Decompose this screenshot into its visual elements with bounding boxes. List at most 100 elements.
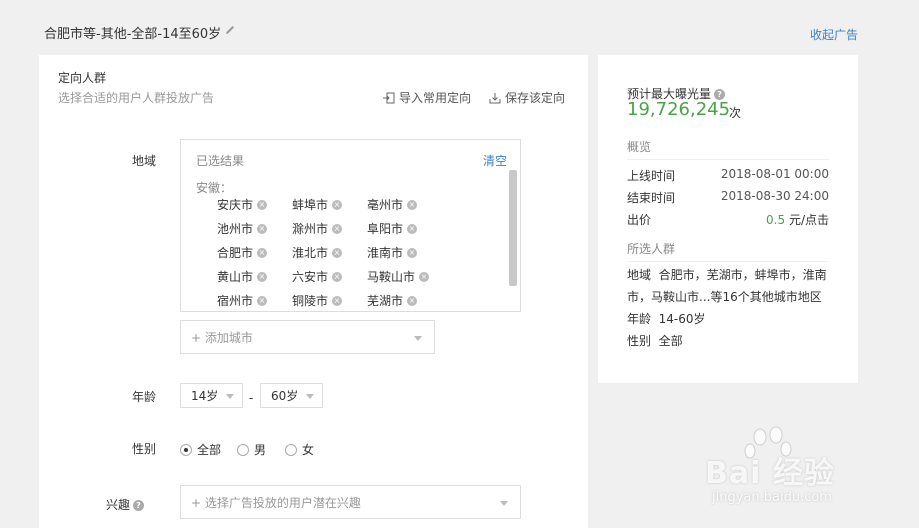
clear-button[interactable]: 清空 (483, 152, 507, 169)
selected-results-header: 已选结果 (196, 154, 245, 168)
interest-placeholder: + 选择广告投放的用户潜在兴趣 (191, 495, 361, 510)
audience-age-label: 年龄 (627, 312, 652, 326)
exposure-unit: 次 (729, 106, 742, 120)
remove-city-icon[interactable]: × (332, 199, 343, 210)
section-subtitle: 选择合适的用户人群投放广告 (58, 91, 215, 105)
chevron-down-icon (414, 336, 422, 341)
targeting-card: 定向人群 选择合适的用户人群投放广告 导入常用定向 保存该定向 地域 已选结果 … (39, 55, 588, 528)
gender-radio-male[interactable]: 男 (237, 441, 266, 458)
city-tag: 芜湖市 × (367, 292, 418, 309)
remove-city-icon[interactable]: × (407, 295, 418, 306)
audience-region-value: 合肥市，芜湖市，蚌埠市，淮南市，马鞍山市...等16个其他城市地区 (627, 268, 827, 304)
remove-city-icon[interactable]: × (332, 271, 343, 282)
remove-city-icon[interactable]: × (257, 295, 268, 306)
age-to-select[interactable]: 60岁 (260, 383, 323, 408)
bid-value-wrap: 0.5 元/点击 (766, 211, 829, 228)
scrollbar[interactable] (509, 170, 517, 286)
row-value: 2018-08-01 00:00 (720, 167, 829, 181)
gender-option-label: 全部 (197, 443, 222, 457)
city-name: 滁州市 (292, 222, 329, 236)
audience-region-label: 地域 (627, 268, 652, 282)
chevron-down-icon (226, 394, 234, 399)
remove-city-icon[interactable]: × (419, 271, 430, 282)
audience-gender-label: 性别 (627, 334, 652, 348)
city-name: 淮南市 (367, 246, 404, 260)
region-selected-box: 已选结果 清空 安徽： 安庆市 × 蚌埠市 × 亳州市 × 池州市 × 滁州市 × 阜阳市 × 合肥市 ×… (180, 139, 521, 312)
city-tag: 池州市 × (217, 220, 268, 237)
city-name: 合肥市 (217, 246, 254, 260)
overview-title: 概览 (627, 138, 829, 160)
watermark-text: Bai 经验 (705, 456, 835, 491)
radio-dot (237, 443, 249, 456)
save-targeting-button[interactable]: 保存该定向 (489, 89, 565, 106)
radio-dot (285, 443, 297, 456)
remove-city-icon[interactable]: × (257, 271, 268, 282)
city-tag: 亳州市 × (367, 196, 418, 213)
interest-select[interactable]: + 选择广告投放的用户潜在兴趣 (180, 485, 521, 519)
remove-city-icon[interactable]: × (332, 247, 343, 258)
top-bar: 合肥市等-其他-全部-14至60岁 收起广告 (0, 0, 919, 55)
remove-city-icon[interactable]: × (257, 199, 268, 210)
remove-city-icon[interactable]: × (407, 247, 418, 258)
help-icon[interactable]: ? (133, 500, 144, 511)
city-name: 安庆市 (217, 198, 254, 212)
gender-radio-female[interactable]: 女 (285, 441, 314, 458)
city-name: 亳州市 (367, 198, 404, 212)
row-label: 上线时间 (627, 169, 676, 183)
watermark-url: jingyan.baidu.com (712, 490, 832, 505)
city-name: 蚌埠市 (292, 198, 329, 212)
add-city-select[interactable]: + 添加城市 (180, 320, 435, 354)
import-targeting-label: 导入常用定向 (399, 91, 472, 105)
city-tag: 合肥市 × (217, 244, 268, 261)
audience-gender-value: 全部 (658, 334, 683, 348)
city-tag: 宿州市 × (217, 292, 268, 309)
ad-title: 合肥市等-其他-全部-14至60岁 (44, 27, 222, 42)
city-tag: 淮南市 × (367, 244, 418, 261)
audience-gender: 性别 全部 (627, 330, 832, 352)
bid-label: 出价 (627, 213, 652, 227)
audience-age: 年龄 14-60岁 (627, 308, 832, 330)
bid-row: 出价 0.5 元/点击 (627, 211, 829, 228)
save-icon (489, 92, 501, 103)
row-label: 结束时间 (627, 191, 676, 205)
city-name: 宿州市 (217, 294, 254, 308)
region-label: 地域 (131, 154, 156, 168)
age-separator: - (249, 391, 254, 405)
city-tag: 铜陵市 × (292, 292, 343, 309)
gender-label: 性别 (131, 442, 156, 456)
city-name: 铜陵市 (292, 294, 329, 308)
city-name: 黄山市 (217, 270, 254, 284)
city-name: 六安市 (292, 270, 329, 284)
city-tag: 淮北市 × (292, 244, 343, 261)
collapse-ad-link[interactable]: 收起广告 (810, 26, 858, 43)
city-name: 马鞍山市 (367, 270, 416, 284)
exposure-value: 19,726,245 (627, 99, 731, 120)
city-name: 池州市 (217, 222, 254, 236)
city-tag: 黄山市 × (217, 268, 268, 285)
audience-region: 地域 合肥市，芜湖市，蚌埠市，淮南市，马鞍山市...等16个其他城市地区 (627, 264, 832, 308)
remove-city-icon[interactable]: × (407, 223, 418, 234)
interest-label: 兴趣 (105, 498, 130, 512)
remove-city-icon[interactable]: × (257, 223, 268, 234)
remove-city-icon[interactable]: × (332, 223, 343, 234)
bid-unit: 元/点击 (788, 213, 829, 227)
start-time-row: 上线时间 2018-08-01 00:00 (627, 167, 829, 184)
import-targeting-button[interactable]: 导入常用定向 (383, 89, 471, 106)
audience-age-value: 14-60岁 (658, 312, 706, 326)
chevron-down-icon (500, 501, 508, 506)
bid-value: 0.5 (766, 213, 786, 227)
summary-card: 预计最大曝光量? 19,726,245 次 概览 上线时间 2018-08-01… (598, 55, 858, 383)
radio-dot (180, 443, 192, 456)
pencil-icon[interactable] (224, 24, 236, 36)
section-title: 定向人群 (58, 71, 107, 85)
row-value: 2018-08-30 24:00 (720, 189, 829, 203)
gender-radio-all[interactable]: 全部 (180, 441, 221, 458)
remove-city-icon[interactable]: × (257, 247, 268, 258)
remove-city-icon[interactable]: × (407, 199, 418, 210)
add-city-placeholder: + 添加城市 (191, 330, 253, 345)
age-to-value: 60岁 (271, 389, 299, 403)
end-time-row: 结束时间 2018-08-30 24:00 (627, 189, 829, 206)
remove-city-icon[interactable]: × (332, 295, 343, 306)
chevron-down-icon (306, 394, 314, 399)
age-from-select[interactable]: 14岁 (180, 383, 243, 408)
